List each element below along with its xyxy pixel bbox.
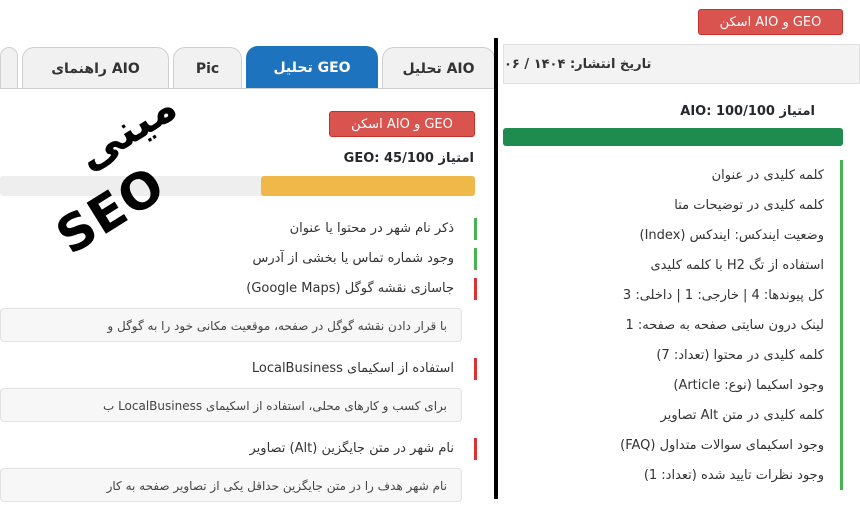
aio-check-list: کلمه کلیدی در عنوان کلمه کلیدی در توضیحات… xyxy=(503,160,843,490)
geo-check-item: نام شهر در متن جایگزین (Alt) تصاویر xyxy=(0,438,477,460)
aio-check-item: وجود اسکیمای سوالات متداول (FAQ) xyxy=(503,430,843,460)
tab-overflow[interactable] xyxy=(0,47,18,89)
geo-score-label: امتیاز GEO: 45/100 xyxy=(343,151,474,166)
aio-check-item: استفاده از تگ H2 با کلمه کلیدی xyxy=(503,250,843,280)
aio-check-item: کلمه کلیدی در متن Alt تصاویر xyxy=(503,400,843,430)
aio-score-label: امتیاز AIO: 100/100 xyxy=(680,104,815,119)
tab-pic[interactable]: Pic xyxy=(173,47,242,89)
geo-recommendation: برای کسب و کارهای محلی، استفاده از اسکیم… xyxy=(0,388,462,422)
tab-aio-analysis[interactable]: تحلیل AIO xyxy=(382,47,495,89)
aio-check-item: کلمه کلیدی در عنوان xyxy=(503,160,843,190)
aio-score-bar xyxy=(503,128,843,146)
panel-divider xyxy=(494,38,498,499)
aio-check-item: کل پیوندها: 4 | خارجی: 1 | داخلی: 3 xyxy=(503,280,843,310)
aio-score-bar-fill xyxy=(503,128,843,146)
tab-geo-analysis[interactable]: تحلیل GEO xyxy=(246,46,378,89)
aio-check-item: کلمه کلیدی در محتوا (تعداد: 7) xyxy=(503,340,843,370)
geo-recommendation: با قرار دادن نقشه گوگل در صفحه، موقعیت م… xyxy=(0,308,462,342)
aio-check-item: لینک درون سایتی صفحه به صفحه: 1 xyxy=(503,310,843,340)
aio-check-item: وجود نظرات تایید شده (تعداد: 1) xyxy=(503,460,843,490)
scan-aio-geo-button-top[interactable]: اسکن AIO و GEO xyxy=(698,9,843,35)
scan-aio-geo-button[interactable]: اسکن AIO و GEO xyxy=(329,111,475,137)
aio-check-item: وضعیت ایندکس: ایندکس (Index) xyxy=(503,220,843,250)
geo-recommendation: نام شهر هدف را در متن جایگزین حداقل یکی … xyxy=(0,468,462,502)
aio-check-item: کلمه کلیدی در توضیحات متا xyxy=(503,190,843,220)
publish-date-box: تاریخ انتشار: ۱۴۰۴ / ۰۶ xyxy=(503,44,860,84)
tab-baseline xyxy=(0,88,495,89)
aio-check-item: وجود اسکیما (نوع: Article) xyxy=(503,370,843,400)
geo-score-bar-fill xyxy=(261,176,475,196)
publish-date: تاریخ انتشار: ۱۴۰۴ / ۰۶ xyxy=(504,56,652,72)
geo-check-item: استفاده از اسکیمای LocalBusiness xyxy=(0,358,477,380)
